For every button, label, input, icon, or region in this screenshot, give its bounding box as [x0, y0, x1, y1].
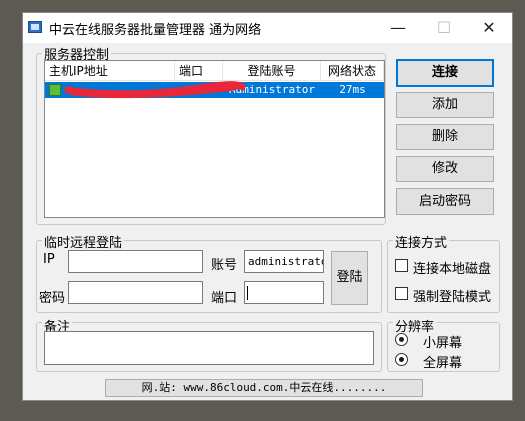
remarks-input[interactable]	[44, 331, 374, 365]
local-disk-label[interactable]: 连接本地磁盘	[413, 258, 491, 277]
redaction-scribble	[65, 81, 245, 98]
column-header-status[interactable]: 网络状态	[321, 61, 384, 81]
boot-password-button[interactable]: 启动密码	[396, 188, 494, 215]
add-button[interactable]: 添加	[396, 92, 494, 118]
small-screen-label[interactable]: 小屏幕	[423, 332, 462, 351]
full-screen-label[interactable]: 全屏幕	[423, 352, 462, 371]
password-input[interactable]	[68, 281, 203, 304]
small-screen-radio[interactable]	[395, 333, 408, 346]
port-input[interactable]	[244, 281, 324, 304]
force-login-label[interactable]: 强制登陆模式	[413, 286, 491, 305]
local-disk-checkbox[interactable]	[395, 259, 408, 272]
server-online-icon	[49, 84, 61, 96]
maximize-button[interactable]: ☐	[421, 13, 467, 43]
connect-button[interactable]: 连接	[396, 59, 494, 87]
text-cursor	[247, 286, 248, 300]
port-label: 端口	[211, 291, 238, 306]
cell-status: 27ms	[339, 83, 366, 96]
table-row[interactable]: Administrator 27ms	[45, 81, 384, 98]
main-window: 中云在线服务器批量管理器 通为网络 — ☐ ✕ 服务器控制 主机IP地址 端口 …	[22, 12, 513, 401]
ip-input[interactable]	[68, 250, 203, 273]
title-bar[interactable]: 中云在线服务器批量管理器 通为网络 — ☐ ✕	[23, 13, 512, 43]
modify-button[interactable]: 修改	[396, 156, 494, 182]
password-label: 密码	[39, 291, 66, 306]
server-list[interactable]: 主机IP地址 端口 登陆账号 网络状态 Administrator 27ms	[44, 60, 385, 218]
app-icon	[28, 21, 42, 33]
force-login-checkbox[interactable]	[395, 287, 408, 300]
website-status-bar[interactable]: 网.站: www.86cloud.com.中云在线........	[105, 379, 423, 397]
account-label: 账号	[211, 258, 238, 273]
minimize-button[interactable]: —	[375, 13, 421, 43]
window-title: 中云在线服务器批量管理器 通为网络	[49, 23, 262, 38]
close-button[interactable]: ✕	[466, 13, 512, 43]
ip-label: IP	[43, 252, 55, 267]
delete-button[interactable]: 删除	[396, 124, 494, 150]
login-button[interactable]: 登陆	[331, 251, 368, 305]
account-input[interactable]: administrator	[244, 250, 324, 273]
temp-login-label: 临时远程登陆	[42, 232, 125, 251]
connect-mode-label: 连接方式	[393, 232, 450, 251]
full-screen-radio[interactable]	[395, 353, 408, 366]
